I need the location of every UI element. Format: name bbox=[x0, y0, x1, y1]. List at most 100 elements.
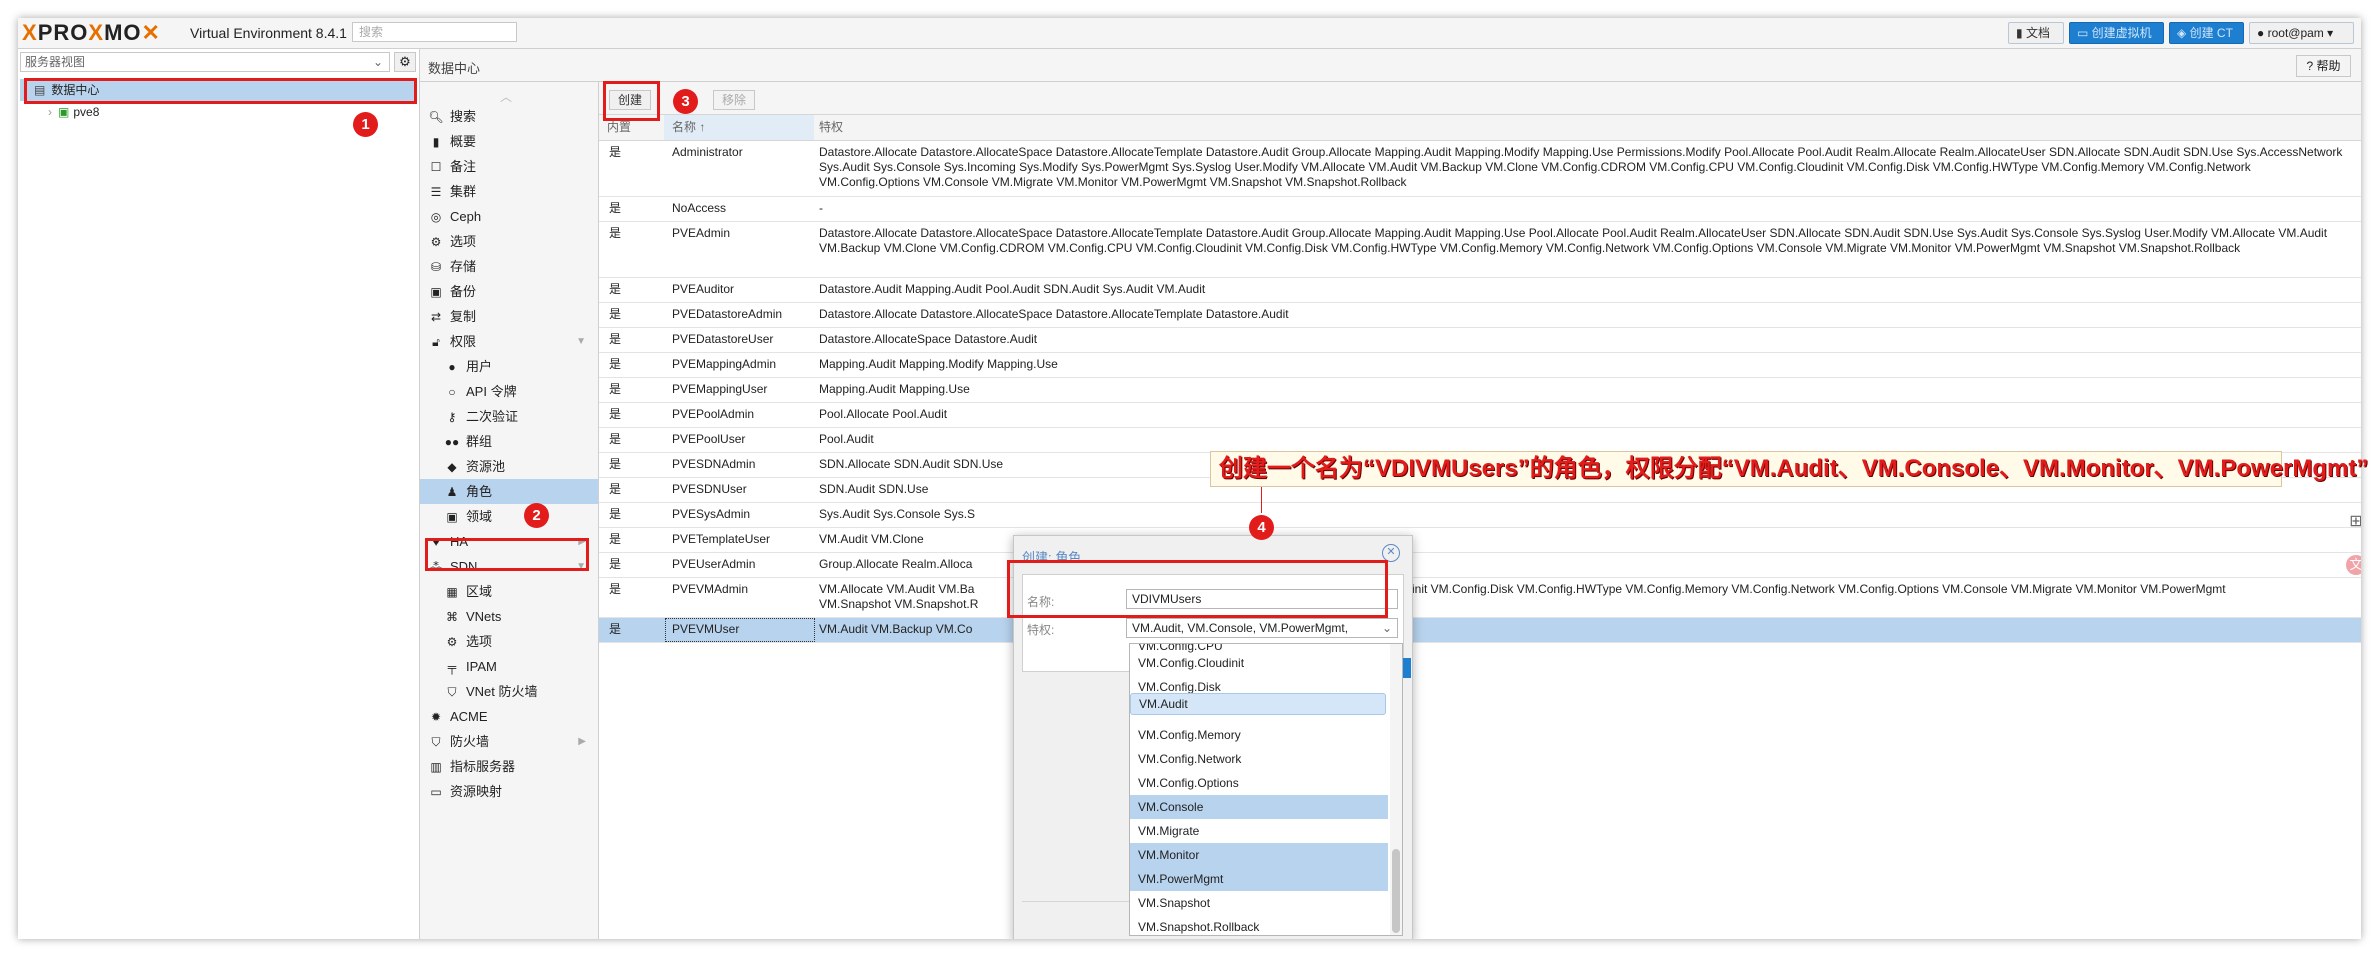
privileges-label: 特权: bbox=[1027, 623, 1055, 637]
table-row[interactable]: 是 PVESysAdmin Sys.Audit Sys.Console Sys.S bbox=[599, 503, 2361, 528]
book-icon: ▮ bbox=[2016, 26, 2026, 40]
nav-item-summary[interactable]: ▮ 概要 bbox=[420, 129, 598, 154]
table-row[interactable]: 是 PVEVMAdmin VM.Allocate VM.Audit VM.Ba ini… bbox=[599, 578, 2361, 618]
table-row[interactable]: 是 PVEMappingUser Mapping.Audit Mapping.Use bbox=[599, 378, 2361, 403]
list-item[interactable]: VM.Migrate bbox=[1130, 819, 1388, 843]
nav-item-storage[interactable]: ⛁ 存储 bbox=[420, 254, 598, 279]
list-item-selected[interactable]: VM.Monitor bbox=[1130, 843, 1388, 867]
annotation-box-form bbox=[1007, 560, 1388, 618]
chart-icon: ▥ bbox=[430, 760, 442, 774]
table-row[interactable]: 是 PVEDatastoreAdmin Datastore.Allocate Dat… bbox=[599, 303, 2361, 328]
scrollbar-thumb[interactable] bbox=[1392, 849, 1400, 933]
gear-icon[interactable]: ⚙ bbox=[394, 52, 416, 72]
gear-icon: ⚙ bbox=[446, 635, 458, 649]
proxmox-logo: XPROXMO✕ bbox=[22, 20, 161, 45]
table-row[interactable]: 是 PVEAuditor Datastore.Audit Mapping.Audit… bbox=[599, 278, 2361, 303]
nav-item-notes[interactable]: ☐ 备注 bbox=[420, 154, 598, 179]
nav-item-groups[interactable]: ●● 群组 bbox=[420, 429, 598, 454]
nav-item-backup[interactable]: ▣ 备份 bbox=[420, 279, 598, 304]
nav-item-replication[interactable]: ⇄ 复制 bbox=[420, 304, 598, 329]
list-item[interactable]: VM.Snapshot bbox=[1130, 891, 1388, 915]
table-row[interactable]: 是 NoAccess - bbox=[599, 197, 2361, 222]
nav-item-vnets[interactable]: ⌘ VNets bbox=[420, 604, 598, 629]
nav-item-cluster[interactable]: ☰ 集群 bbox=[420, 179, 598, 204]
translate-icon[interactable]: 文 bbox=[2346, 555, 2361, 575]
search-input[interactable]: 搜索 bbox=[352, 22, 517, 42]
users-icon: ●● bbox=[444, 435, 460, 449]
nav-item-roles[interactable]: ♟ 角色 bbox=[420, 479, 598, 504]
create-vm-button[interactable]: ▭ 创建虚拟机 bbox=[2069, 22, 2164, 44]
shield-icon: ⛉ bbox=[431, 735, 441, 749]
annotation-badge: 1 bbox=[353, 112, 378, 137]
list-item-selected[interactable]: VM.Audit bbox=[1130, 693, 1386, 715]
table-row[interactable]: 是 PVEPoolUser Pool.Audit bbox=[599, 428, 2361, 453]
nav-item-vnet-firewall[interactable]: ⛉ VNet 防火墙 bbox=[420, 679, 598, 704]
nav-item-two-factor[interactable]: ⚷ 二次验证 bbox=[420, 404, 598, 429]
annotation-box-create bbox=[603, 81, 660, 121]
list-item-selected[interactable]: VM.PowerMgmt bbox=[1130, 867, 1388, 891]
nav-item-zones[interactable]: ▦ 区域 bbox=[420, 579, 598, 604]
chevron-right-icon: ▶ bbox=[578, 736, 586, 747]
page-title: 数据中心 bbox=[428, 61, 481, 76]
annotation-callout: 创建一个名为“VDIVMUsers”的角色，权限分配“VM.Audit、VM.C… bbox=[1210, 451, 2368, 487]
remove-button[interactable]: 移除 bbox=[713, 90, 756, 110]
search-icon: 🔍︎ bbox=[428, 110, 444, 124]
table-row[interactable]: 是 PVEAdmin Datastore.Allocate Datastore.Al… bbox=[599, 222, 2361, 278]
user-menu-button[interactable]: ● root@pam ▾ bbox=[2249, 22, 2354, 44]
nav-item-sdn-options[interactable]: ⚙ 选项 bbox=[420, 629, 598, 654]
nav-item-ceph[interactable]: ◎ Ceph bbox=[420, 204, 598, 229]
tree-item-node[interactable]: › ▣ pve8 bbox=[48, 101, 99, 123]
list-item[interactable]: VM.Config.Memory bbox=[1130, 723, 1388, 747]
nav-item-metric-server[interactable]: ▥ 指标服务器 bbox=[420, 754, 598, 779]
nav-item-api-tokens[interactable]: ○ API 令牌 bbox=[420, 379, 598, 404]
grid-add-icon[interactable]: ⊞ bbox=[2346, 511, 2361, 531]
desktop-icon: ▭ bbox=[2077, 26, 2092, 40]
nav-item-firewall[interactable]: ⛉ 防火墙 ▶ bbox=[420, 729, 598, 754]
version-label: Virtual Environment 8.4.1 bbox=[190, 25, 347, 41]
table-row[interactable]: 是 PVETemplateUser VM.Audit VM.Clone bbox=[599, 528, 2361, 553]
nav-item-ipam[interactable]: ╤ IPAM bbox=[420, 654, 598, 679]
create-ct-button[interactable]: ◈ 创建 CT bbox=[2169, 22, 2244, 44]
docs-button[interactable]: ▮ 文档 bbox=[2008, 22, 2064, 44]
view-selector[interactable]: 服务器视图 ⌄ bbox=[20, 52, 390, 72]
help-button[interactable]: ? 帮助 bbox=[2296, 55, 2351, 77]
table-row[interactable]: 是 PVEUserAdmin Group.Allocate Realm.Alloca bbox=[599, 553, 2361, 578]
nav-item-options[interactable]: ⚙ 选项 bbox=[420, 229, 598, 254]
list-item[interactable]: VM.Config.Cloudinit bbox=[1130, 651, 1388, 675]
table-row-selected[interactable]: 是 PVEVMUser VM.Audit VM.Backup VM.Co bbox=[599, 618, 2361, 643]
privileges-dropdown-list[interactable]: VM.Config.CPU VM.Config.Cloudinit VM.Con… bbox=[1129, 643, 1403, 936]
sitemap-icon: ⌘ bbox=[446, 610, 458, 624]
nav-item-resource-mappings[interactable]: ▭ 资源映射 bbox=[420, 779, 598, 804]
user-icon: ● bbox=[2257, 26, 2268, 40]
nav-item-search[interactable]: 🔍︎ 搜索 bbox=[420, 104, 598, 129]
list-item[interactable]: VM.Config.Options bbox=[1130, 771, 1388, 795]
roles-panel: 创建 移除 内置 名称 ↑ 特权 是 Administrator Datastore… bbox=[599, 82, 2361, 939]
list-item[interactable]: VM.Config.Network bbox=[1130, 747, 1388, 771]
scroll-up-icon[interactable]: ︿ bbox=[500, 88, 512, 105]
chevron-right-icon: › bbox=[48, 105, 52, 119]
column-header-name[interactable]: 名称 ↑ bbox=[664, 115, 814, 140]
nav-item-acme[interactable]: ✹ ACME bbox=[420, 704, 598, 729]
column-header-privileges[interactable]: 特权 bbox=[819, 115, 843, 140]
list-item[interactable]: VM.Snapshot.Rollback bbox=[1130, 915, 1388, 935]
table-row[interactable]: 是 PVEPoolAdmin Pool.Allocate Pool.Audit bbox=[599, 403, 2361, 428]
nav-item-realms[interactable]: ▣ 领域 bbox=[420, 504, 598, 529]
annotation-badge: 3 bbox=[673, 89, 698, 114]
table-row[interactable]: 是 PVEDatastoreUser Datastore.AllocateSpace… bbox=[599, 328, 2361, 353]
unlock-icon: 🔓︎ bbox=[432, 335, 440, 349]
user-outline-icon: ○ bbox=[448, 385, 456, 399]
table-row[interactable]: 是 PVEMappingAdmin Mapping.Audit Mapping.Mo… bbox=[599, 353, 2361, 378]
node-online-icon: ▣ bbox=[58, 105, 70, 119]
list-item-selected[interactable]: VM.Console bbox=[1130, 795, 1388, 819]
privileges-select[interactable]: VM.Audit, VM.Console, VM.PowerMgmt, ⌄ bbox=[1126, 618, 1398, 638]
nav-item-permissions[interactable]: 🔓︎ 权限 ▼ bbox=[420, 329, 598, 354]
book-icon: ▮ bbox=[432, 135, 440, 149]
th-icon: ▦ bbox=[446, 585, 458, 599]
nav-item-users[interactable]: ● 用户 bbox=[420, 354, 598, 379]
annotation-box-datacenter bbox=[24, 78, 417, 104]
gear-icon: ⚙ bbox=[430, 235, 442, 249]
user-icon: ● bbox=[448, 360, 456, 374]
table-row[interactable]: 是 Administrator Datastore.Allocate Datasto… bbox=[599, 141, 2361, 197]
retweet-icon: ⇄ bbox=[430, 310, 442, 324]
nav-item-pools[interactable]: ◆ 资源池 bbox=[420, 454, 598, 479]
